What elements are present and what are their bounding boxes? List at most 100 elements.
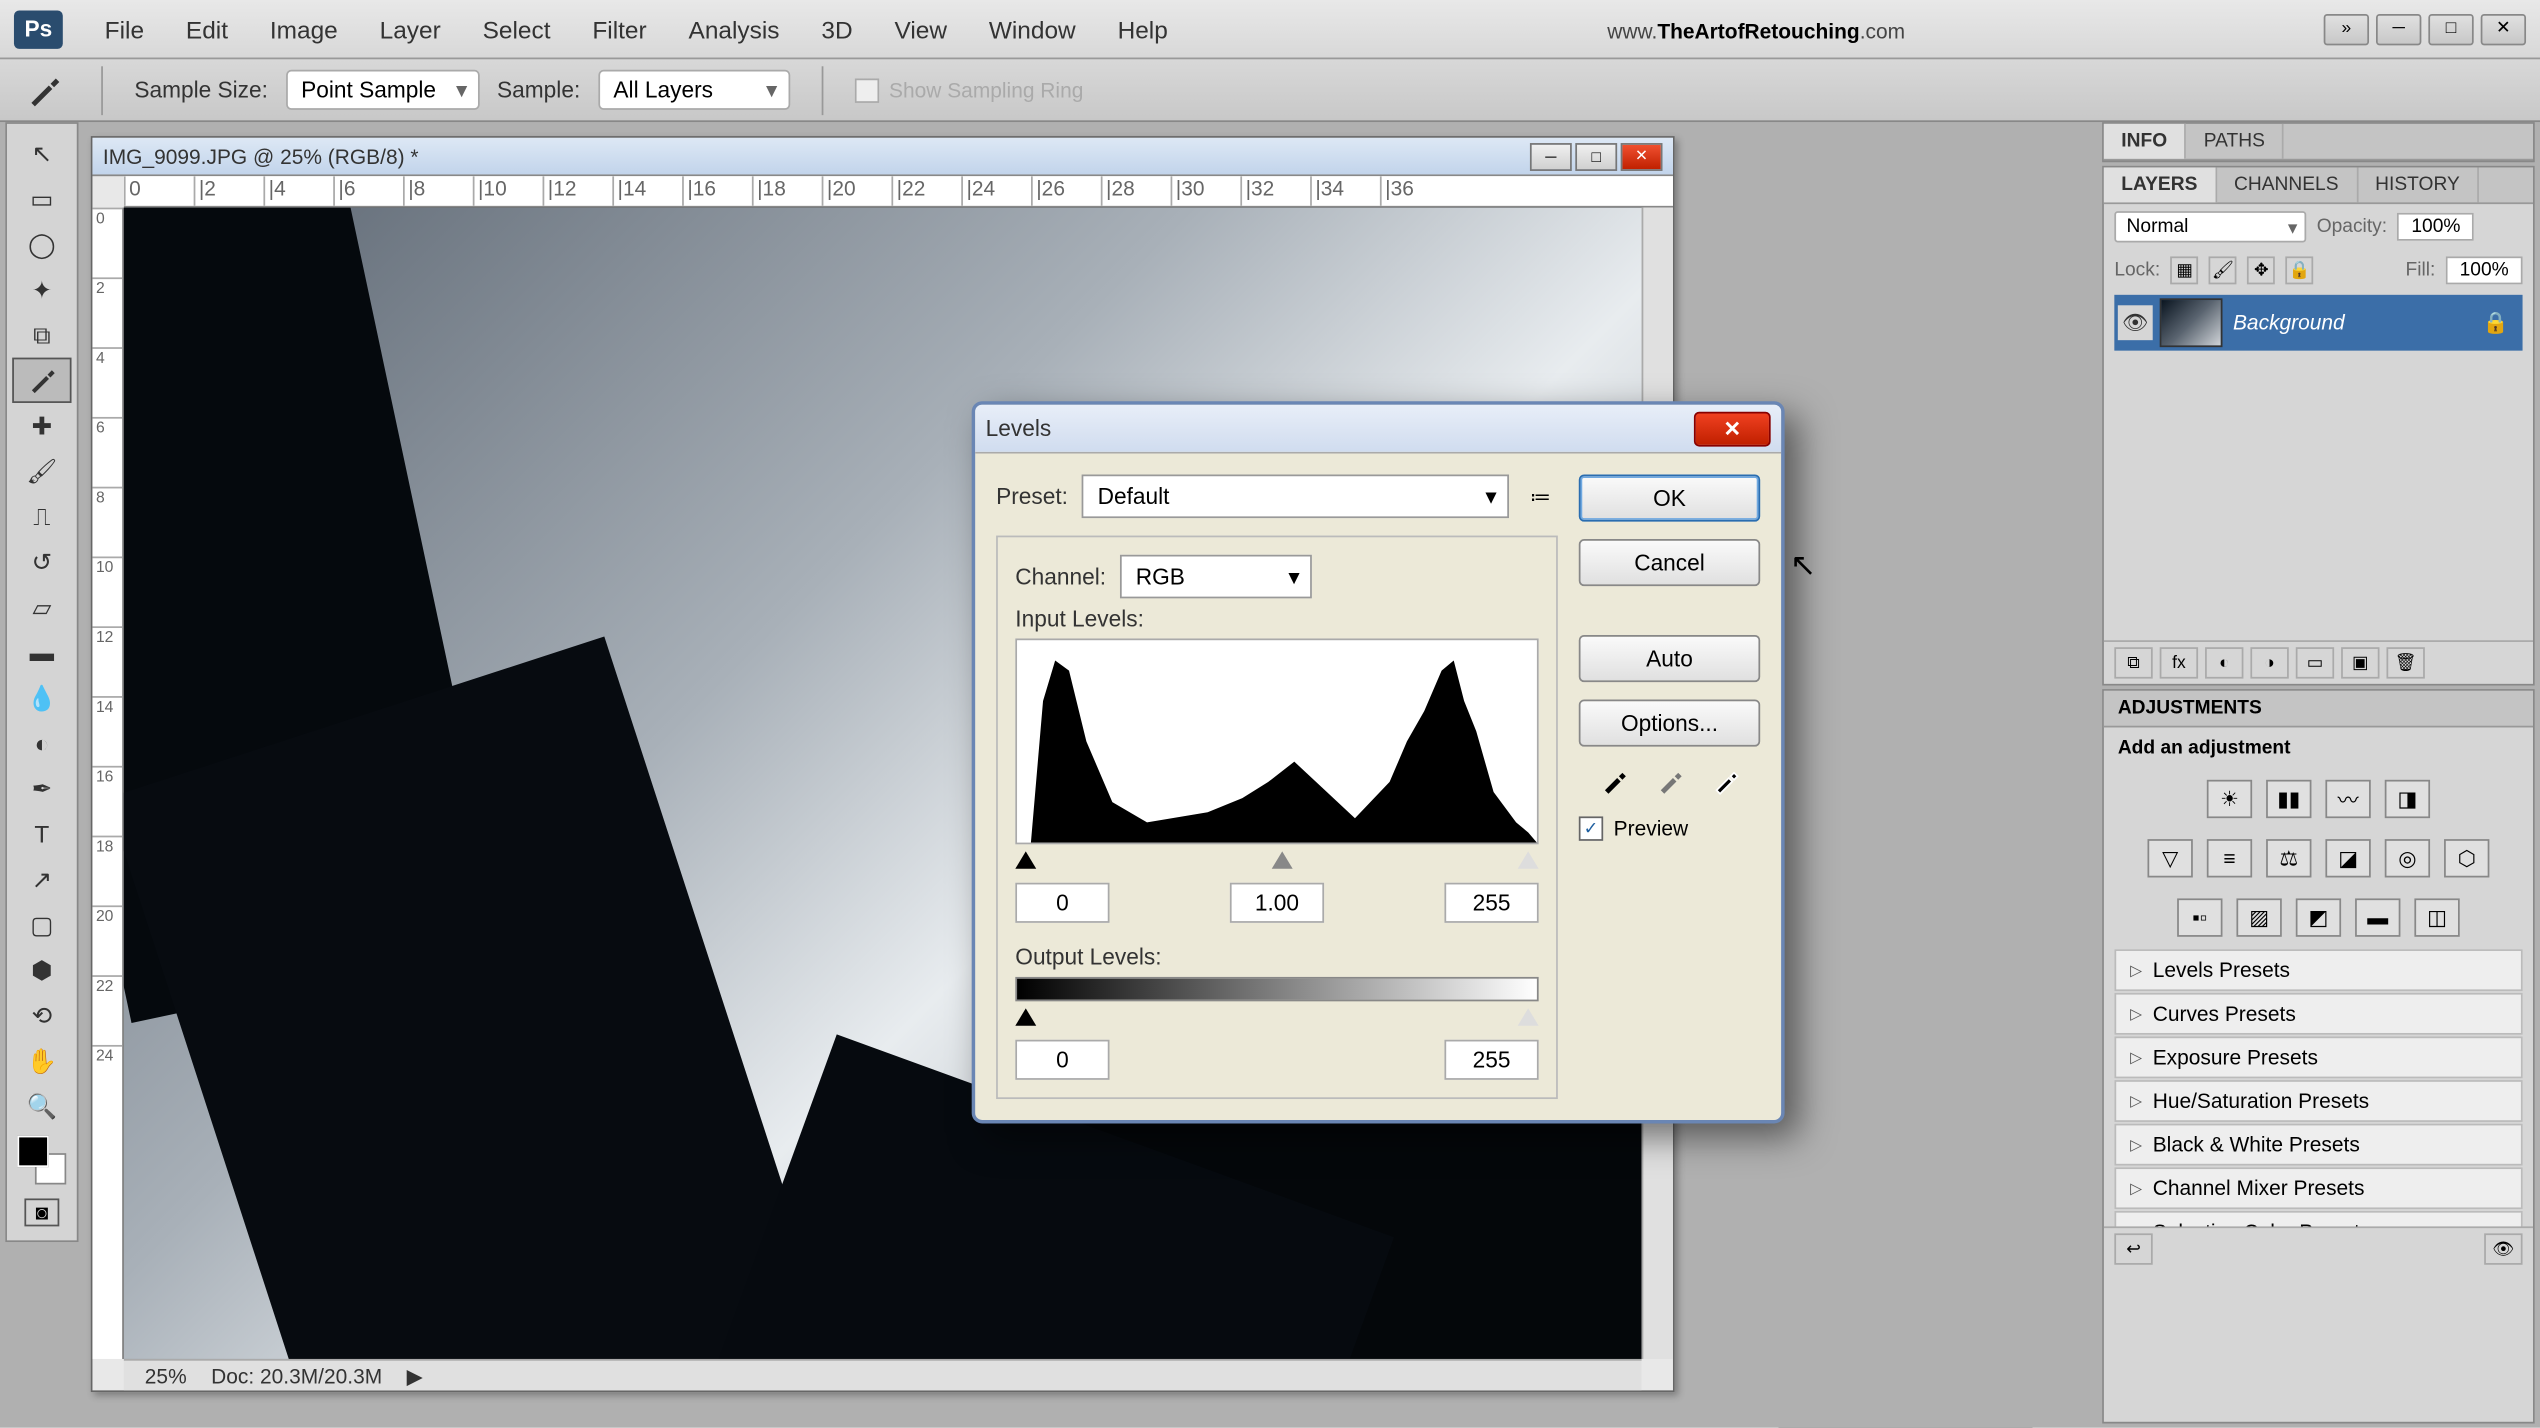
dialog-titlebar[interactable]: Levels ✕ [975, 405, 1781, 454]
preset-item[interactable]: ▷Channel Mixer Presets [2114, 1167, 2522, 1209]
stamp-tool[interactable]: ⎍ [12, 494, 71, 539]
tab-paths[interactable]: PATHS [2186, 124, 2284, 159]
preset-item[interactable]: ▷Hue/Saturation Presets [2114, 1080, 2522, 1122]
cancel-button[interactable]: Cancel [1579, 539, 1760, 586]
brightness-icon[interactable]: ☀ [2207, 780, 2252, 818]
sample-size-select[interactable]: Point Sample [285, 70, 479, 110]
fx-icon[interactable]: fx [2160, 647, 2198, 678]
mixer-icon[interactable]: ⬡ [2444, 839, 2489, 877]
brush-tool[interactable]: 🖌 [12, 448, 71, 493]
ruler-horizontal[interactable]: 0|2|4|6|8|10|12|14|16|18|20|22|24|26|28|… [124, 176, 1673, 207]
preset-menu-icon[interactable]: ≔ [1523, 479, 1558, 514]
white-point-slider[interactable] [1518, 851, 1539, 868]
lasso-tool[interactable]: ◯ [12, 222, 71, 267]
input-white-field[interactable] [1444, 883, 1538, 923]
menu-analysis[interactable]: Analysis [668, 4, 801, 53]
fill-field[interactable]: 100% [2446, 256, 2523, 284]
history-brush-tool[interactable]: ↺ [12, 539, 71, 584]
options-button[interactable]: Options... [1579, 700, 1760, 747]
healing-tool[interactable]: ✚ [12, 403, 71, 448]
menu-window[interactable]: Window [968, 4, 1097, 53]
tab-info[interactable]: INFO [2104, 124, 2186, 159]
gradient-tool[interactable]: ▬ [12, 630, 71, 675]
input-slider[interactable] [1015, 848, 1538, 869]
vibrance-icon[interactable]: ▽ [2147, 839, 2192, 877]
preset-item[interactable]: ▷Black & White Presets [2114, 1123, 2522, 1165]
mask-icon[interactable]: ◐ [2205, 647, 2243, 678]
opacity-field[interactable]: 100% [2398, 213, 2475, 241]
menu-edit[interactable]: Edit [165, 4, 249, 53]
menu-filter[interactable]: Filter [571, 4, 667, 53]
expand-button[interactable]: » [2324, 13, 2369, 44]
path-tool[interactable]: ↗ [12, 857, 71, 902]
black-point-slider[interactable] [1015, 851, 1036, 868]
auto-button[interactable]: Auto [1579, 635, 1760, 682]
tab-layers[interactable]: LAYERS [2104, 167, 2217, 202]
curves-icon[interactable]: 〰 [2325, 780, 2370, 818]
output-slider[interactable] [1015, 1005, 1538, 1026]
tab-channels[interactable]: CHANNELS [2217, 167, 2358, 202]
preset-select[interactable]: Default [1082, 475, 1509, 519]
channel-select[interactable]: RGB [1120, 555, 1312, 599]
preset-item[interactable]: ▷Curves Presets [2114, 993, 2522, 1035]
menu-layer[interactable]: Layer [359, 4, 462, 53]
white-eyedropper-icon[interactable] [1704, 764, 1746, 799]
output-black-slider[interactable] [1015, 1008, 1036, 1025]
input-gamma-field[interactable] [1230, 883, 1324, 923]
menu-view[interactable]: View [874, 4, 968, 53]
zoom-tool[interactable]: 🔍 [12, 1083, 71, 1128]
return-icon[interactable]: ↩ [2114, 1233, 2152, 1264]
eyedropper-tool-icon[interactable] [17, 69, 69, 111]
gray-eyedropper-icon[interactable] [1649, 764, 1691, 799]
type-tool[interactable]: T [12, 811, 71, 856]
zoom-field[interactable]: 25% [145, 1363, 187, 1387]
sample-select[interactable]: All Layers [598, 70, 790, 110]
photo-filter-icon[interactable]: ◎ [2385, 839, 2430, 877]
output-white-field[interactable] [1444, 1040, 1538, 1080]
lock-transparency-icon[interactable]: ▦ [2171, 256, 2199, 284]
bw-icon[interactable]: ◪ [2325, 839, 2370, 877]
output-white-slider[interactable] [1518, 1008, 1539, 1025]
preset-item[interactable]: ▷Exposure Presets [2114, 1036, 2522, 1078]
layer-background[interactable]: 👁 Background 🔒 [2114, 295, 2522, 351]
new-layer-icon[interactable]: ▣ [2341, 647, 2379, 678]
doc-close-button[interactable]: ✕ [1621, 142, 1663, 170]
marquee-tool[interactable]: ▭ [12, 176, 71, 221]
posterize-icon[interactable]: ▨ [2236, 898, 2281, 936]
dialog-close-button[interactable]: ✕ [1694, 411, 1771, 446]
preset-item[interactable]: ▷Levels Presets [2114, 949, 2522, 991]
tab-history[interactable]: HISTORY [2358, 167, 2479, 202]
eyedropper-tool[interactable] [12, 358, 71, 403]
3d-tool[interactable]: ⬢ [12, 947, 71, 992]
black-eyedropper-icon[interactable] [1593, 764, 1635, 799]
pen-tool[interactable]: ✒ [12, 766, 71, 811]
threshold-icon[interactable]: ◩ [2296, 898, 2341, 936]
maximize-button[interactable]: □ [2428, 13, 2473, 44]
eraser-tool[interactable]: ▱ [12, 584, 71, 629]
move-tool[interactable]: ↖ [12, 131, 71, 176]
preview-checkbox[interactable]: ✓ Preview [1579, 816, 1760, 840]
invert-icon[interactable]: ▪▫ [2177, 898, 2222, 936]
balance-icon[interactable]: ⚖ [2266, 839, 2311, 877]
levels-icon[interactable]: ▮▮ [2266, 780, 2311, 818]
link-layers-icon[interactable]: ⧉ [2114, 647, 2152, 678]
blur-tool[interactable]: 💧 [12, 675, 71, 720]
gradient-map-icon[interactable]: ▬ [2355, 898, 2400, 936]
quick-mask-toggle[interactable]: ◙ [24, 1198, 59, 1226]
gamma-slider[interactable] [1272, 851, 1293, 868]
visibility-icon[interactable]: 👁 [2118, 305, 2153, 340]
selective-icon[interactable]: ◫ [2414, 898, 2459, 936]
hue-icon[interactable]: ≡ [2207, 839, 2252, 877]
delete-icon[interactable]: 🗑 [2386, 647, 2424, 678]
crop-tool[interactable]: ⧉ [12, 312, 71, 357]
output-black-field[interactable] [1015, 1040, 1109, 1080]
doc-minimize-button[interactable]: ─ [1530, 142, 1572, 170]
exposure-icon[interactable]: ◨ [2385, 780, 2430, 818]
input-black-field[interactable] [1015, 883, 1109, 923]
lock-all-icon[interactable]: 🔒 [2286, 256, 2314, 284]
menu-3d[interactable]: 3D [800, 4, 873, 53]
menu-file[interactable]: File [84, 4, 165, 53]
group-icon[interactable]: ▭ [2296, 647, 2334, 678]
document-titlebar[interactable]: IMG_9099.JPG @ 25% (RGB/8) * ─ □ ✕ [92, 138, 1673, 176]
minimize-button[interactable]: ─ [2376, 13, 2421, 44]
